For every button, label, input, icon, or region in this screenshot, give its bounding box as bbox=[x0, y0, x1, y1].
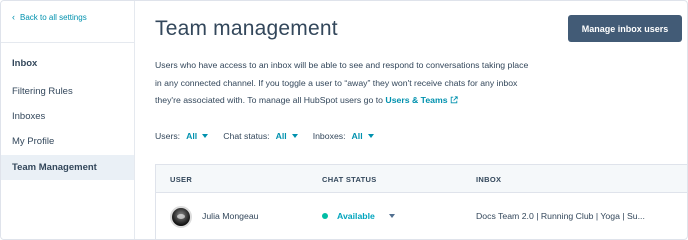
sidebar-item-filtering-rules[interactable]: Filtering Rules bbox=[1, 79, 134, 104]
main-content: Team management Manage inbox users Users… bbox=[135, 1, 687, 239]
inboxes-filter: Inboxes: All bbox=[313, 131, 374, 141]
users-filter: Users: All bbox=[155, 131, 209, 141]
inboxes-filter-dropdown[interactable]: All bbox=[352, 131, 374, 141]
filter-value: All bbox=[186, 131, 198, 141]
filter-value: All bbox=[275, 131, 287, 141]
manage-inbox-users-button[interactable]: Manage inbox users bbox=[568, 15, 682, 42]
sidebar-item-my-profile[interactable]: My Profile bbox=[1, 129, 134, 154]
filter-label: Inboxes: bbox=[312, 131, 346, 141]
chat-status-dropdown[interactable]: Available bbox=[322, 211, 395, 221]
user-name: Julia Mongeau bbox=[202, 211, 259, 221]
sidebar-item-label: Team Management bbox=[12, 162, 97, 173]
page-description: Users who have access to an inbox will b… bbox=[155, 57, 535, 110]
avatar bbox=[170, 206, 192, 228]
users-filter-dropdown[interactable]: All bbox=[186, 131, 209, 141]
sidebar-item-inboxes[interactable]: Inboxes bbox=[1, 104, 134, 129]
filter-label: Chat status: bbox=[223, 131, 270, 141]
users-teams-link[interactable]: Users & Teams bbox=[385, 95, 458, 105]
chat-status-filter: Chat status: All bbox=[223, 131, 298, 141]
back-link-label: Back to all settings bbox=[20, 13, 87, 22]
caret-down-icon bbox=[291, 134, 298, 138]
settings-window: ‹ Back to all settings Inbox Filtering R… bbox=[0, 0, 688, 240]
back-to-settings-link[interactable]: ‹ Back to all settings bbox=[12, 12, 87, 23]
description-text: Users who have access to an inbox will b… bbox=[155, 60, 529, 105]
available-status-dot-icon bbox=[322, 213, 328, 219]
caret-down-icon bbox=[388, 214, 395, 218]
filter-value: All bbox=[351, 131, 363, 141]
page-title: Team management bbox=[155, 17, 338, 40]
chevron-left-icon: ‹ bbox=[12, 12, 15, 22]
sidebar-item-label: My Profile bbox=[12, 136, 55, 147]
column-header-chat-status[interactable]: CHAT STATUS bbox=[322, 175, 377, 184]
inbox-list: Docs Team 2.0 | Running Club | Yoga | Su… bbox=[476, 211, 645, 221]
chat-status-filter-dropdown[interactable]: All bbox=[276, 131, 298, 141]
team-table: USER CHAT STATUS INBOX Julia Mongeau Ava… bbox=[155, 164, 687, 239]
sidebar-heading: Inbox bbox=[12, 58, 38, 69]
column-header-inbox[interactable]: INBOX bbox=[476, 175, 501, 184]
table-header: USER CHAT STATUS INBOX bbox=[156, 165, 687, 193]
users-teams-link-label: Users & Teams bbox=[385, 95, 448, 105]
sidebar-item-team-management[interactable]: Team Management bbox=[1, 155, 134, 180]
sidebar-item-label: Inboxes bbox=[12, 111, 46, 122]
chat-status-value: Available bbox=[337, 211, 375, 221]
caret-down-icon bbox=[202, 134, 209, 138]
caret-down-icon bbox=[367, 134, 374, 138]
column-header-user[interactable]: USER bbox=[170, 175, 192, 184]
filter-label: Users: bbox=[155, 131, 181, 141]
table-row: Julia Mongeau Available Docs Team 2.0 | … bbox=[156, 194, 687, 239]
filter-bar: Users: All Chat status: All Inboxes: All bbox=[155, 131, 389, 141]
sidebar-item-label: Filtering Rules bbox=[12, 86, 73, 97]
sidebar-divider bbox=[1, 42, 135, 43]
external-link-icon bbox=[450, 96, 458, 104]
settings-sidebar: ‹ Back to all settings Inbox Filtering R… bbox=[1, 1, 135, 239]
